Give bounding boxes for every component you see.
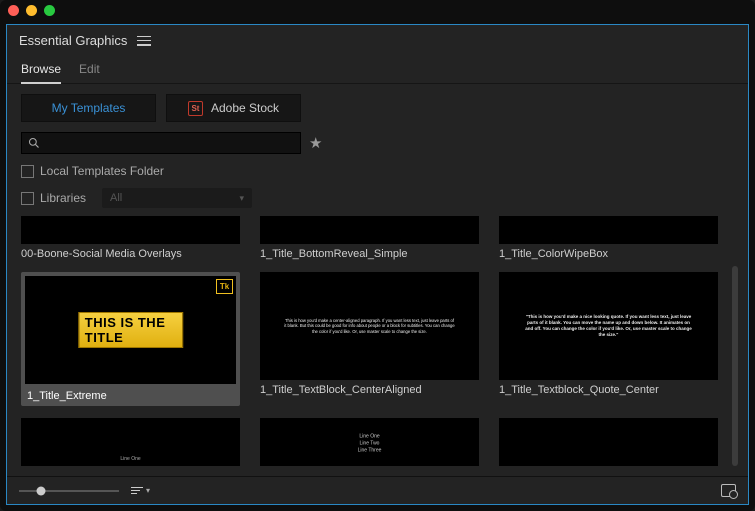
maximize-icon[interactable] — [44, 5, 55, 16]
template-label: 1_Title_ColorWipeBox — [499, 248, 718, 260]
tab-browse[interactable]: Browse — [21, 58, 61, 84]
tabs: Browse Edit — [7, 52, 748, 84]
minimize-icon[interactable] — [26, 5, 37, 16]
favorites-star-icon[interactable]: ★ — [309, 134, 322, 152]
my-templates-button[interactable]: My Templates — [21, 94, 156, 122]
search-icon — [28, 137, 40, 149]
templates-grid: 00-Boone-Social Media Overlays 1_Title_B… — [7, 216, 748, 476]
essential-graphics-panel: Essential Graphics Browse Edit My Templa… — [6, 24, 749, 505]
template-thumb: Tk THIS IS THE TITLE — [25, 276, 236, 384]
template-card[interactable]: 00-Boone-Social Media Overlays — [21, 216, 240, 260]
preview-line: Line Two — [358, 441, 382, 448]
panel-footer: ▾ — [7, 476, 748, 504]
chevron-down-icon: ▾ — [146, 486, 150, 495]
slider-knob[interactable] — [37, 486, 46, 495]
template-label: 1_Title_BottomReveal_Simple — [260, 248, 479, 260]
template-thumb — [260, 216, 479, 244]
template-label: 00-Boone-Social Media Overlays — [21, 248, 240, 260]
thumbnail-size-slider[interactable] — [19, 490, 119, 492]
template-thumb: "This is how you'd make a nice looking q… — [499, 272, 718, 380]
stock-badge-icon: St — [188, 101, 203, 116]
libraries-row: Libraries All ▾ — [21, 188, 734, 208]
preview-line: Line Three — [358, 448, 382, 455]
template-card[interactable]: 1_Title_BottomReveal_Simple — [260, 216, 479, 260]
new-item-button[interactable] — [721, 484, 736, 497]
controls-area: My Templates St Adobe Stock ★ Local Temp… — [7, 84, 748, 216]
preview-text: "This is how you'd make a nice looking q… — [523, 314, 694, 338]
typekit-badge-icon: Tk — [216, 279, 233, 294]
libraries-select[interactable]: All ▾ — [102, 188, 252, 208]
source-buttons: My Templates St Adobe Stock — [21, 94, 734, 122]
template-thumb — [499, 216, 718, 244]
template-thumb — [21, 216, 240, 244]
template-label: 1_Title_Textblock_Quote_Center — [499, 384, 718, 396]
template-card[interactable]: Line One — [21, 418, 240, 466]
chevron-down-icon: ▾ — [240, 193, 245, 204]
libraries-label: Libraries — [40, 191, 86, 205]
preview-text: THIS IS THE TITLE — [78, 312, 184, 348]
template-card[interactable]: This is how you'd make a center-aligned … — [260, 272, 479, 406]
template-card[interactable]: 1_Title_ColorWipeBox — [499, 216, 718, 260]
my-templates-label: My Templates — [52, 101, 126, 115]
preview-line: Line One — [358, 434, 382, 441]
panel-menu-icon[interactable] — [137, 36, 151, 46]
template-card[interactable]: Line One Line Two Line Three — [260, 418, 479, 466]
local-folder-label: Local Templates Folder — [40, 164, 164, 178]
tab-edit[interactable]: Edit — [79, 58, 100, 83]
preview-text: This is how you'd make a center-aligned … — [284, 318, 455, 334]
template-thumb: This is how you'd make a center-aligned … — [260, 272, 479, 380]
app-window: Essential Graphics Browse Edit My Templa… — [0, 0, 755, 511]
search-row: ★ — [21, 132, 734, 154]
adobe-stock-label: Adobe Stock — [211, 101, 279, 115]
sort-menu[interactable]: ▾ — [131, 486, 150, 496]
sort-icon — [131, 486, 143, 496]
template-label: 1_Title_TextBlock_CenterAligned — [260, 384, 479, 396]
template-thumb — [499, 418, 718, 466]
panel-header: Essential Graphics — [7, 25, 748, 52]
template-card-selected[interactable]: Tk THIS IS THE TITLE 1_Title_Extreme — [21, 272, 240, 406]
libraries-select-value: All — [110, 192, 122, 204]
panel-title: Essential Graphics — [19, 33, 127, 48]
preview-text-list: Line One Line Two Line Three — [358, 434, 382, 455]
template-thumb: Line One — [21, 418, 240, 466]
adobe-stock-button[interactable]: St Adobe Stock — [166, 94, 301, 122]
template-card[interactable]: "This is how you'd make a nice looking q… — [499, 272, 718, 406]
preview-text: Line One — [120, 456, 140, 462]
template-thumb: Line One Line Two Line Three — [260, 418, 479, 466]
close-icon[interactable] — [8, 5, 19, 16]
mac-titlebar — [0, 0, 755, 20]
local-folder-checkbox[interactable] — [21, 165, 34, 178]
template-label: 1_Title_Extreme — [25, 388, 236, 402]
local-folder-row: Local Templates Folder — [21, 164, 734, 178]
scrollbar[interactable] — [732, 266, 738, 466]
libraries-checkbox[interactable] — [21, 192, 34, 205]
template-card[interactable] — [499, 418, 718, 466]
search-input[interactable] — [21, 132, 301, 154]
